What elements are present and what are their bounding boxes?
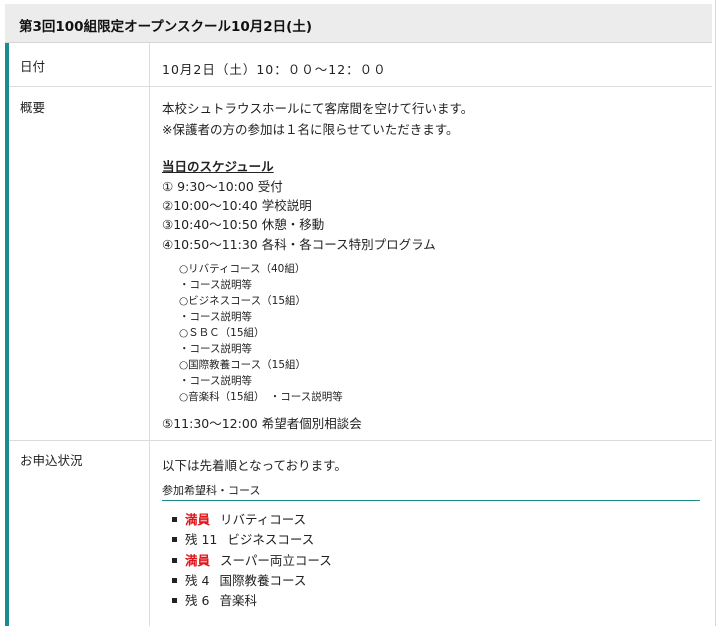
program-item: ・コース説明等 xyxy=(179,343,252,355)
application-label: お申込状況 xyxy=(20,453,83,468)
status-remaining: 残 6 xyxy=(185,593,210,608)
program-item: ○ＳＢＣ（15組） xyxy=(179,327,265,339)
application-subheading: 参加希望科・コース xyxy=(162,484,261,497)
date-label: 日付 xyxy=(20,59,46,74)
column-divider xyxy=(149,43,150,626)
date-value: 10月2日（土）10：００～12：００ xyxy=(162,62,387,77)
schedule-item: ① 9:30～10:00 受付 xyxy=(162,179,283,194)
schedule-item: ③10:40～10:50 休憩・移動 xyxy=(162,217,325,232)
program-item: ○リバティコース（40組） xyxy=(179,263,306,275)
overview-line: 本校シュトラウスホールにて客席間を空けて行います。 xyxy=(162,101,474,116)
status-full: 満員 xyxy=(185,512,211,527)
program-item: ○国際教養コース（15組） xyxy=(179,359,306,371)
square-bullet-icon xyxy=(172,558,177,563)
event-title-bar: 第3回100組限定オープンスクール10月2日(土) xyxy=(5,4,712,43)
availability-item: 満員 リバティコース xyxy=(172,509,306,528)
course-name: 国際教養コース xyxy=(219,573,307,588)
square-bullet-icon xyxy=(172,517,177,522)
availability-item: 満員 スーパー両立コース xyxy=(172,550,332,569)
availability-item: 残 11 ビジネスコース xyxy=(172,529,314,548)
course-name: 音楽科 xyxy=(219,593,257,608)
schedule-heading: 当日のスケジュール xyxy=(162,159,274,174)
square-bullet-icon xyxy=(172,537,177,542)
subheading-underline xyxy=(162,500,700,501)
program-item: ○ビジネスコース（15組） xyxy=(179,295,306,307)
schedule-item: ⑤11:30～12:00 希望者個別相談会 xyxy=(162,416,362,431)
course-name: スーパー両立コース xyxy=(220,553,332,568)
schedule-item: ④10:50～11:30 各科・各コース特別プログラム xyxy=(162,237,436,252)
event-detail-table: 第3回100組限定オープンスクール10月2日(土) 日付 10月2日（土）10：… xyxy=(2,0,716,626)
course-name: ビジネスコース xyxy=(227,532,315,547)
status-remaining: 残 11 xyxy=(185,532,218,547)
square-bullet-icon xyxy=(172,578,177,583)
application-intro: 以下は先着順となっております。 xyxy=(162,458,347,473)
status-full: 満員 xyxy=(185,553,211,568)
accent-bar xyxy=(5,43,9,626)
row-divider xyxy=(9,440,712,441)
event-title: 第3回100組限定オープンスクール10月2日(土) xyxy=(19,19,313,35)
availability-item: 残 4 国際教養コース xyxy=(172,570,306,589)
overview-label: 概要 xyxy=(20,100,46,115)
course-name: リバティコース xyxy=(220,512,307,527)
square-bullet-icon xyxy=(172,598,177,603)
status-remaining: 残 4 xyxy=(185,573,210,588)
program-item: ○音楽科（15組） ・コース説明等 xyxy=(179,391,343,403)
row-divider xyxy=(9,86,712,87)
schedule-item: ②10:00～10:40 学校説明 xyxy=(162,198,312,213)
availability-item: 残 6 音楽科 xyxy=(172,590,257,609)
overview-line: ※保護者の方の参加は１名に限らせていただきます。 xyxy=(162,122,459,137)
program-item: ・コース説明等 xyxy=(179,279,252,291)
program-item: ・コース説明等 xyxy=(179,311,252,323)
program-item: ・コース説明等 xyxy=(179,375,252,387)
